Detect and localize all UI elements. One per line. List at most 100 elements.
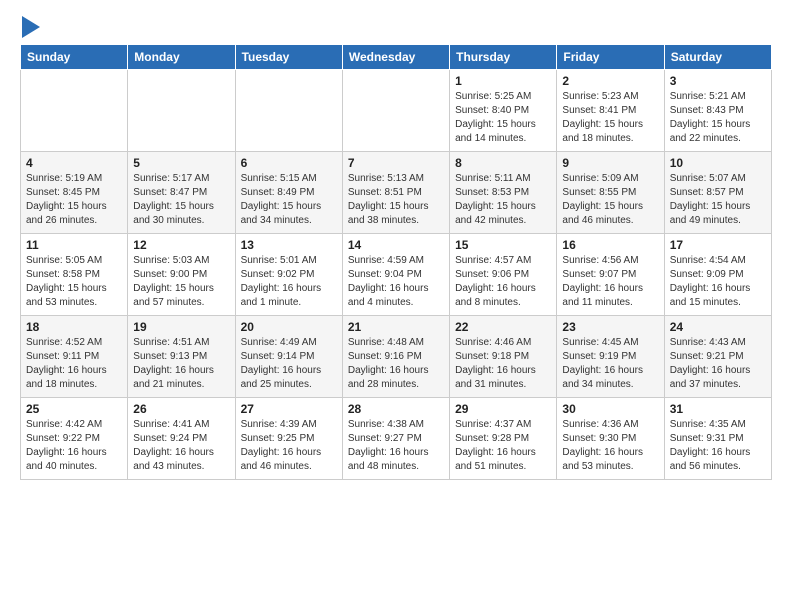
calendar-cell: 6Sunrise: 5:15 AMSunset: 8:49 PMDaylight… xyxy=(235,152,342,234)
day-number: 23 xyxy=(562,320,658,334)
day-number: 12 xyxy=(133,238,229,252)
day-number: 29 xyxy=(455,402,551,416)
day-info: Sunrise: 5:05 AMSunset: 8:58 PMDaylight:… xyxy=(26,254,122,310)
day-number: 21 xyxy=(348,320,444,334)
day-info: Sunrise: 4:52 AMSunset: 9:11 PMDaylight:… xyxy=(26,336,122,392)
calendar-day-header: Thursday xyxy=(450,45,557,70)
day-info: Sunrise: 5:13 AMSunset: 8:51 PMDaylight:… xyxy=(348,172,444,228)
day-info: Sunrise: 4:45 AMSunset: 9:19 PMDaylight:… xyxy=(562,336,658,392)
day-number: 16 xyxy=(562,238,658,252)
calendar-cell: 22 Sunrise: 4:46 AMSunset: 9:18 PMDayligh… xyxy=(450,316,557,398)
calendar-day-header: Monday xyxy=(128,45,235,70)
calendar-cell: 15Sunrise: 4:57 AMSunset: 9:06 PMDayligh… xyxy=(450,234,557,316)
day-info: Sunrise: 5:17 AMSunset: 8:47 PMDaylight:… xyxy=(133,172,229,228)
day-info: Sunrise: 4:36 AMSunset: 9:30 PMDaylight:… xyxy=(562,418,658,474)
calendar-day-header: Saturday xyxy=(664,45,771,70)
day-number: 11 xyxy=(26,238,122,252)
day-info: Sunrise: 4:54 AMSunset: 9:09 PMDaylight:… xyxy=(670,254,766,310)
day-info: Sunrise: 4:51 AMSunset: 9:13 PMDaylight:… xyxy=(133,336,229,392)
day-number: 19 xyxy=(133,320,229,334)
day-number: 31 xyxy=(670,402,766,416)
calendar-cell: 1 Sunrise: 5:25 AMSunset: 8:40 PMDaylight… xyxy=(450,70,557,152)
calendar: SundayMondayTuesdayWednesdayThursdayFrid… xyxy=(20,44,772,480)
day-number: 7 xyxy=(348,156,444,170)
calendar-header-row: SundayMondayTuesdayWednesdayThursdayFrid… xyxy=(21,45,772,70)
day-number: 20 xyxy=(241,320,337,334)
day-info: Sunrise: 4:46 AMSunset: 9:18 PMDaylight:… xyxy=(455,336,551,392)
day-info: Sunrise: 4:37 AMSunset: 9:28 PMDaylight:… xyxy=(455,418,551,474)
calendar-cell: 9 Sunrise: 5:09 AMSunset: 8:55 PMDaylight… xyxy=(557,152,664,234)
day-info: Sunrise: 4:38 AMSunset: 9:27 PMDaylight:… xyxy=(348,418,444,474)
calendar-cell: 29 Sunrise: 4:37 AMSunset: 9:28 PMDayligh… xyxy=(450,398,557,480)
calendar-cell: 26 Sunrise: 4:41 AMSunset: 9:24 PMDayligh… xyxy=(128,398,235,480)
day-number: 22 xyxy=(455,320,551,334)
calendar-cell: 27 Sunrise: 4:39 AMSunset: 9:25 PMDayligh… xyxy=(235,398,342,480)
day-info: Sunrise: 4:59 AMSunset: 9:04 PMDaylight:… xyxy=(348,254,444,310)
calendar-day-header: Sunday xyxy=(21,45,128,70)
calendar-day-header: Tuesday xyxy=(235,45,342,70)
day-number: 8 xyxy=(455,156,551,170)
logo-icon xyxy=(22,16,40,38)
calendar-cell: 19 Sunrise: 4:51 AMSunset: 9:13 PMDayligh… xyxy=(128,316,235,398)
day-number: 13 xyxy=(241,238,337,252)
calendar-week-row: 4 Sunrise: 5:19 AMSunset: 8:45 PMDaylight… xyxy=(21,152,772,234)
calendar-cell: 12 Sunrise: 5:03 AMSunset: 9:00 PMDayligh… xyxy=(128,234,235,316)
day-info: Sunrise: 5:11 AMSunset: 8:53 PMDaylight:… xyxy=(455,172,551,228)
calendar-cell xyxy=(128,70,235,152)
calendar-cell: 28Sunrise: 4:38 AMSunset: 9:27 PMDayligh… xyxy=(342,398,449,480)
day-info: Sunrise: 5:03 AMSunset: 9:00 PMDaylight:… xyxy=(133,254,229,310)
calendar-cell xyxy=(21,70,128,152)
day-number: 15 xyxy=(455,238,551,252)
calendar-week-row: 1 Sunrise: 5:25 AMSunset: 8:40 PMDaylight… xyxy=(21,70,772,152)
day-number: 2 xyxy=(562,74,658,88)
day-number: 25 xyxy=(26,402,122,416)
day-number: 26 xyxy=(133,402,229,416)
calendar-day-header: Wednesday xyxy=(342,45,449,70)
day-info: Sunrise: 5:21 AMSunset: 8:43 PMDaylight:… xyxy=(670,90,766,146)
calendar-cell: 16 Sunrise: 4:56 AMSunset: 9:07 PMDayligh… xyxy=(557,234,664,316)
day-info: Sunrise: 4:49 AMSunset: 9:14 PMDaylight:… xyxy=(241,336,337,392)
day-info: Sunrise: 5:09 AMSunset: 8:55 PMDaylight:… xyxy=(562,172,658,228)
calendar-cell: 23 Sunrise: 4:45 AMSunset: 9:19 PMDayligh… xyxy=(557,316,664,398)
calendar-cell: 10 Sunrise: 5:07 AMSunset: 8:57 PMDayligh… xyxy=(664,152,771,234)
day-number: 18 xyxy=(26,320,122,334)
calendar-cell: 13Sunrise: 5:01 AMSunset: 9:02 PMDayligh… xyxy=(235,234,342,316)
calendar-cell: 2Sunrise: 5:23 AMSunset: 8:41 PMDaylight… xyxy=(557,70,664,152)
header xyxy=(20,16,772,38)
calendar-cell: 21 Sunrise: 4:48 AMSunset: 9:16 PMDayligh… xyxy=(342,316,449,398)
day-number: 10 xyxy=(670,156,766,170)
day-info: Sunrise: 4:56 AMSunset: 9:07 PMDaylight:… xyxy=(562,254,658,310)
calendar-week-row: 11 Sunrise: 5:05 AMSunset: 8:58 PMDayligh… xyxy=(21,234,772,316)
day-info: Sunrise: 5:19 AMSunset: 8:45 PMDaylight:… xyxy=(26,172,122,228)
calendar-cell: 31 Sunrise: 4:35 AMSunset: 9:31 PMDayligh… xyxy=(664,398,771,480)
calendar-cell: 7 Sunrise: 5:13 AMSunset: 8:51 PMDaylight… xyxy=(342,152,449,234)
day-info: Sunrise: 5:15 AMSunset: 8:49 PMDaylight:… xyxy=(241,172,337,228)
day-info: Sunrise: 4:35 AMSunset: 9:31 PMDaylight:… xyxy=(670,418,766,474)
calendar-cell xyxy=(342,70,449,152)
day-number: 3 xyxy=(670,74,766,88)
day-number: 24 xyxy=(670,320,766,334)
day-info: Sunrise: 4:42 AMSunset: 9:22 PMDaylight:… xyxy=(26,418,122,474)
day-info: Sunrise: 4:43 AMSunset: 9:21 PMDaylight:… xyxy=(670,336,766,392)
calendar-cell: 17Sunrise: 4:54 AMSunset: 9:09 PMDayligh… xyxy=(664,234,771,316)
calendar-cell: 4 Sunrise: 5:19 AMSunset: 8:45 PMDaylight… xyxy=(21,152,128,234)
day-number: 14 xyxy=(348,238,444,252)
calendar-cell: 25 Sunrise: 4:42 AMSunset: 9:22 PMDayligh… xyxy=(21,398,128,480)
calendar-cell: 8 Sunrise: 5:11 AMSunset: 8:53 PMDaylight… xyxy=(450,152,557,234)
day-info: Sunrise: 4:39 AMSunset: 9:25 PMDaylight:… xyxy=(241,418,337,474)
calendar-day-header: Friday xyxy=(557,45,664,70)
day-number: 30 xyxy=(562,402,658,416)
calendar-cell: 11 Sunrise: 5:05 AMSunset: 8:58 PMDayligh… xyxy=(21,234,128,316)
day-number: 9 xyxy=(562,156,658,170)
day-info: Sunrise: 5:07 AMSunset: 8:57 PMDaylight:… xyxy=(670,172,766,228)
calendar-week-row: 18 Sunrise: 4:52 AMSunset: 9:11 PMDayligh… xyxy=(21,316,772,398)
day-info: Sunrise: 4:41 AMSunset: 9:24 PMDaylight:… xyxy=(133,418,229,474)
day-number: 27 xyxy=(241,402,337,416)
day-number: 4 xyxy=(26,156,122,170)
day-number: 5 xyxy=(133,156,229,170)
day-info: Sunrise: 4:48 AMSunset: 9:16 PMDaylight:… xyxy=(348,336,444,392)
calendar-cell: 14 Sunrise: 4:59 AMSunset: 9:04 PMDayligh… xyxy=(342,234,449,316)
day-number: 1 xyxy=(455,74,551,88)
calendar-cell: 30 Sunrise: 4:36 AMSunset: 9:30 PMDayligh… xyxy=(557,398,664,480)
day-info: Sunrise: 5:25 AMSunset: 8:40 PMDaylight:… xyxy=(455,90,551,146)
